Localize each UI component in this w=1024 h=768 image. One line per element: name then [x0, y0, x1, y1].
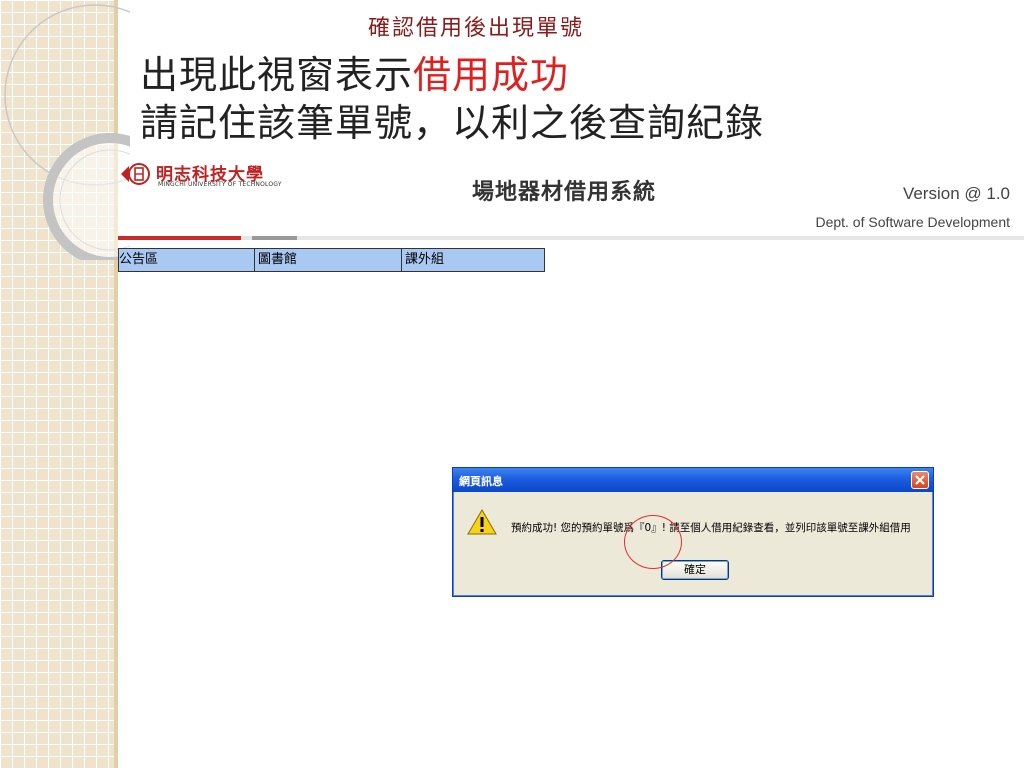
system-title: 場地器材借用系統	[472, 180, 657, 205]
header-divider-gray-segment	[252, 236, 297, 240]
dialog-titlebar[interactable]: 網頁訊息	[453, 468, 933, 492]
annotation-top-note: 確認借用後出現單號	[368, 16, 585, 41]
annotation-line-1-highlight: 借用成功	[413, 53, 570, 97]
department-label: Dept. of Software Development	[815, 214, 1010, 230]
university-english-name: MINGCHI UNIVERSITY OF TECHNOLOGY	[158, 181, 282, 188]
header-divider-red-segment	[118, 236, 241, 240]
decorative-circles	[4, 4, 130, 260]
annotation-line-1-prefix: 出現此視窗表示	[140, 53, 414, 97]
dialog-message: 預約成功! 您的預約單號爲『0』! 請至個人借用紀錄查看，並列印該單號至課外組借…	[511, 522, 911, 534]
dialog-close-button[interactable]	[911, 471, 929, 489]
highlight-circle	[624, 515, 682, 569]
alert-dialog: 網頁訊息 預約成功! 您的預約單號爲『0』! 請至個人借用紀錄查看，並列印該單號…	[452, 467, 934, 597]
close-icon	[915, 475, 925, 485]
nav-item-announcements[interactable]: 公告區	[119, 249, 255, 271]
warning-icon	[467, 509, 497, 535]
dialog-title: 網頁訊息	[459, 475, 503, 488]
nav-item-extracurricular[interactable]: 課外組	[402, 249, 544, 271]
nav-menu: 公告區 圖書館 課外組	[118, 248, 545, 272]
annotation-line-2: 請記住該筆單號，以利之後查詢紀錄	[140, 101, 765, 145]
header-divider	[118, 236, 1024, 240]
annotation-line-1: 出現此視窗表示借用成功	[140, 44, 569, 99]
version-label: Version @ 1.0	[902, 184, 1010, 203]
nav-item-library[interactable]: 圖書館	[255, 249, 402, 271]
university-logo-icon	[121, 163, 150, 185]
